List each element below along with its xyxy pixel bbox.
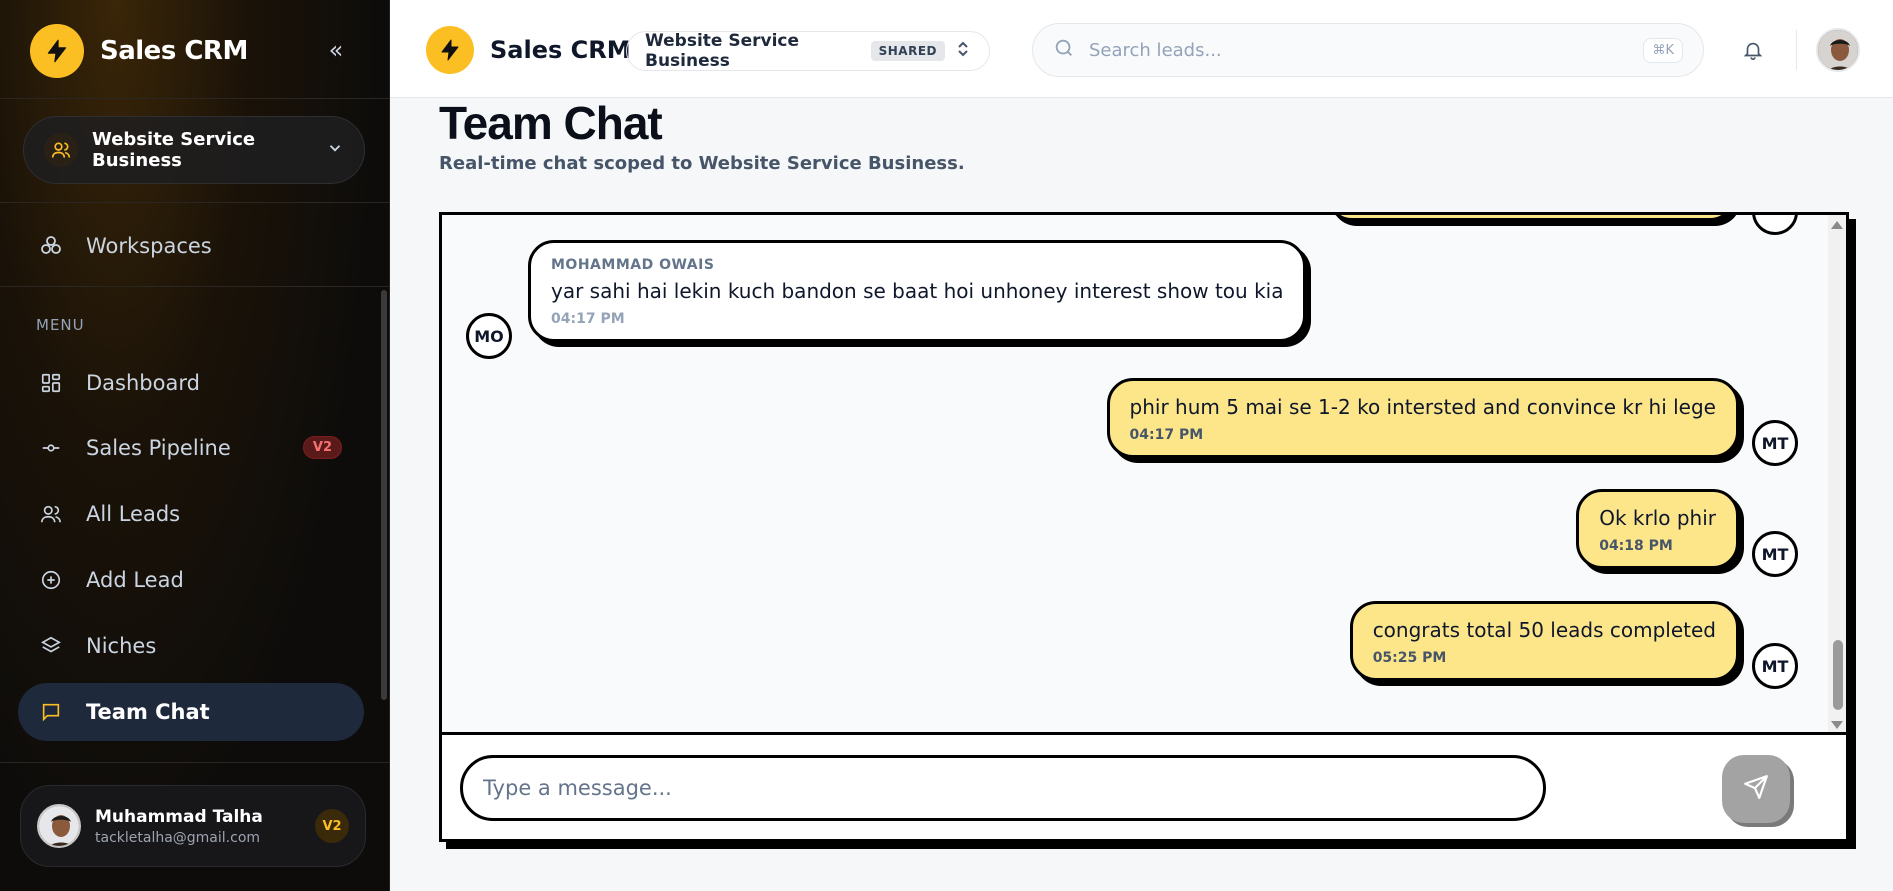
message-bubble: congrats total 50 leads completed 05:25 … [1349,601,1739,681]
message-bubble-partial [1326,215,1736,221]
user-email: tackletalha@gmail.com [95,829,261,846]
nav-label: Niches [86,634,157,658]
message-time: 05:25 PM [1372,650,1447,666]
bolt-icon [30,24,84,78]
message-bubble: phir hum 5 mai se 1-2 ko intersted and c… [1106,378,1739,458]
nav-workspaces[interactable]: Workspaces [18,217,364,275]
avatar-mo: MO [466,313,512,359]
user-version-badge: V2 [315,809,349,843]
search-bar[interactable]: ⌘K [1032,23,1704,77]
avatar-mt: MT [1752,420,1798,466]
header-brand[interactable]: Sales CRM [426,26,631,74]
version-badge: V2 [302,436,342,459]
page-title: Team Chat [439,97,663,149]
top-header: Sales CRM Website Service Business SHARE… [390,0,1893,98]
scroll-down-arrow-icon[interactable] [1831,721,1843,729]
users-icon [44,133,78,167]
sidebar-scrollbar[interactable] [381,290,387,700]
pipeline-icon [38,435,64,461]
message-bubble: Ok krlo phir 04:18 PM [1576,489,1739,569]
user-profile-card[interactable]: Muhammad Talha tackletalha@gmail.com V2 [20,785,366,867]
shortcut-hint: ⌘K [1643,37,1683,63]
divider [0,98,390,99]
nav-label: Team Chat [86,700,210,724]
sidebar-item-all-leads[interactable]: All Leads [18,485,364,543]
message-bubble: MOHAMMAD OWAIS yar sahi hai lekin kuch b… [528,240,1307,342]
send-button[interactable] [1722,755,1790,823]
message-list[interactable]: MO MOHAMMAD OWAIS yar sahi hai lekin kuc… [442,215,1846,735]
message-time: 04:18 PM [1599,538,1673,554]
collapse-sidebar-icon[interactable]: « [322,36,350,64]
sidebar-item-team-chat[interactable]: Team Chat [18,683,364,741]
users-icon [38,501,64,527]
workspace-name: Website Service Business [645,31,800,71]
avatar-mt: MT [1752,643,1798,689]
chat-panel: MO MOHAMMAD OWAIS yar sahi hai lekin kuc… [439,212,1849,842]
search-input[interactable] [1089,39,1630,61]
sidebar-item-add-lead[interactable]: Add Lead [18,551,364,609]
header-title: Sales CRM [490,36,631,64]
brand-title: Sales CRM [100,36,248,66]
chevron-up-down-icon [955,40,971,62]
plus-circle-icon [38,567,64,593]
avatar [37,804,81,848]
divider [0,286,390,287]
workspace-name: Website Service Business [92,129,256,171]
message-composer [460,755,1546,821]
nav-label: Dashboard [86,371,200,395]
nav-label: All Leads [86,502,181,526]
nav-label: Workspaces [86,234,212,258]
scrollbar-thumb[interactable] [1833,640,1843,710]
sidebar: Sales CRM « Website Service Business Wor… [0,0,390,891]
sidebar-item-sales-pipeline[interactable]: Sales Pipeline V2 [18,419,364,477]
bolt-icon [426,26,474,74]
user-name: Muhammad Talha [95,806,263,827]
message-text: phir hum 5 mai se 1-2 ko intersted and c… [1129,395,1716,419]
workspace-selector[interactable]: Website Service Business [23,116,365,184]
user-info: Muhammad Talha tackletalha@gmail.com [95,807,263,846]
header-divider [1796,30,1797,70]
message-input[interactable] [460,755,1546,821]
search-icon [1053,37,1075,63]
sidebar-item-dashboard[interactable]: Dashboard [18,354,364,412]
message-text: congrats total 50 leads completed [1372,618,1716,642]
avatar [1752,215,1798,235]
chevron-down-icon [326,139,344,161]
avatar-mt: MT [1752,531,1798,577]
divider [0,202,390,203]
sidebar-brand[interactable]: Sales CRM [30,24,248,78]
chat-icon [38,699,64,725]
message-time: 04:17 PM [1129,427,1204,443]
layers-icon [38,633,64,659]
sidebar-item-niches[interactable]: Niches [18,617,364,675]
nav-label: Sales Pipeline [86,436,231,460]
notifications-bell-icon[interactable] [1738,35,1768,65]
send-icon [1743,774,1769,804]
shared-badge: SHARED [870,41,945,61]
message-text: yar sahi hai lekin kuch bandon se baat h… [551,279,1284,303]
grid-icon [38,370,64,396]
message-author: MOHAMMAD OWAIS [551,257,715,273]
message-time: 04:17 PM [551,311,625,327]
avatar[interactable] [1816,28,1860,72]
divider [0,762,390,763]
header-workspace-switcher[interactable]: Website Service Business SHARED [626,31,990,71]
scroll-up-arrow-icon[interactable] [1831,221,1843,229]
menu-section-label: MENU [36,316,85,334]
page-subtitle: Real-time chat scoped to Website Service… [439,153,965,174]
chat-scrollbar[interactable] [1828,215,1846,732]
nav-label: Add Lead [86,568,184,592]
message-text: Ok krlo phir [1599,506,1716,530]
workspaces-icon [38,233,64,259]
